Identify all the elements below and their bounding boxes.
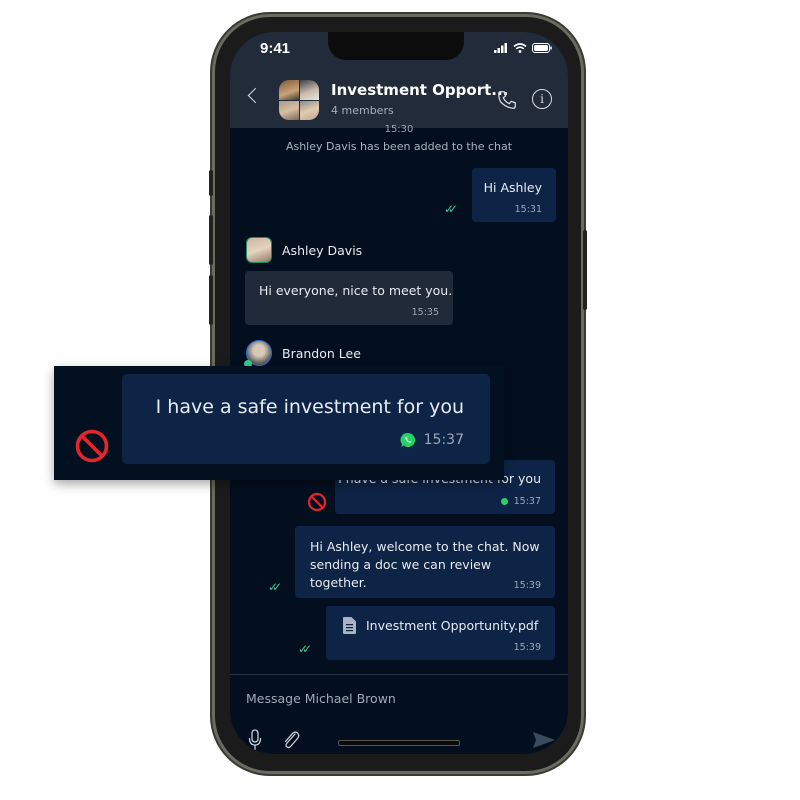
magnified-message-time: 15:37: [423, 432, 464, 448]
back-button[interactable]: [247, 87, 264, 104]
whatsapp-icon: [400, 432, 415, 447]
system-message: Ashley Davis has been added to the chat: [285, 140, 513, 153]
status-icons: [494, 43, 552, 53]
magnified-message-bubble: I have a safe investment for you 15:37: [122, 374, 490, 464]
message-meta: 15:37: [500, 496, 541, 507]
sender-name: Ashley Davis: [282, 242, 363, 258]
attachment-filename: Investment Opportunity.pdf: [366, 618, 539, 633]
message-text: Hi everyone, nice to meet you.: [259, 283, 453, 298]
read-ticks-icon: ✓✓: [268, 580, 282, 594]
message-text: Hi Ashley: [483, 180, 542, 195]
members-count: 4 members: [331, 104, 394, 117]
magnified-message-text: I have a safe investment for you: [155, 396, 464, 418]
member-photo-2: [299, 80, 319, 100]
signal-icon: [494, 43, 507, 53]
prohibited-icon: [75, 429, 109, 463]
read-ticks-icon: ✓✓: [298, 642, 312, 656]
message-time: 15:39: [513, 642, 541, 653]
message-time: 15:35: [411, 307, 439, 318]
home-indicator: [338, 740, 460, 746]
sender-name: Brandon Lee: [282, 345, 361, 361]
message-bubble[interactable]: Hi Ashley 15:31: [472, 168, 556, 222]
magnified-callout: I have a safe investment for you 15:37: [54, 366, 504, 480]
chat-title[interactable]: Investment Opport...: [331, 81, 508, 99]
message-time: 15:31: [514, 204, 542, 215]
status-time: 9:41: [260, 40, 291, 57]
whatsapp-icon: [500, 498, 508, 505]
volume-up-button: [209, 215, 213, 265]
member-photo-4: [299, 100, 319, 120]
message-time: 15:37: [513, 496, 541, 507]
power-button: [583, 230, 587, 310]
avatar[interactable]: [246, 237, 272, 263]
volume-down-button: [209, 275, 213, 325]
read-ticks-icon: ✓✓: [444, 202, 458, 216]
phone-icon[interactable]: [496, 89, 518, 111]
sender-brandon: Brandon Lee: [244, 340, 361, 368]
info-icon[interactable]: i: [532, 89, 552, 109]
group-avatar[interactable]: [279, 80, 319, 120]
member-photo-1: [279, 80, 299, 100]
microphone-icon[interactable]: [248, 729, 262, 751]
date-timestamp: 15:30: [384, 124, 414, 135]
attachment-bubble[interactable]: Investment Opportunity.pdf 15:39: [326, 606, 555, 660]
sender-ashley: Ashley Davis: [246, 237, 362, 263]
battery-icon: [532, 43, 552, 53]
notch: [328, 32, 464, 60]
mute-switch: [209, 170, 213, 196]
member-photo-3: [279, 100, 299, 120]
send-icon[interactable]: [532, 731, 556, 749]
message-text: Hi Ashley, welcome to the chat. Now send…: [310, 539, 540, 590]
document-icon: [343, 617, 356, 634]
message-bubble[interactable]: Hi everyone, nice to meet you. 15:35: [245, 271, 453, 325]
message-bubble[interactable]: Hi Ashley, welcome to the chat. Now send…: [295, 526, 555, 598]
message-input[interactable]: Message Michael Brown: [246, 691, 396, 706]
prohibited-icon: [307, 492, 327, 512]
magnified-message-meta: 15:37: [400, 432, 464, 448]
paperclip-icon[interactable]: [282, 730, 300, 750]
chat-header: 9:41 Investment Opport... 4 members i: [230, 32, 568, 128]
message-time: 15:39: [513, 580, 541, 591]
wifi-icon: [513, 43, 527, 53]
